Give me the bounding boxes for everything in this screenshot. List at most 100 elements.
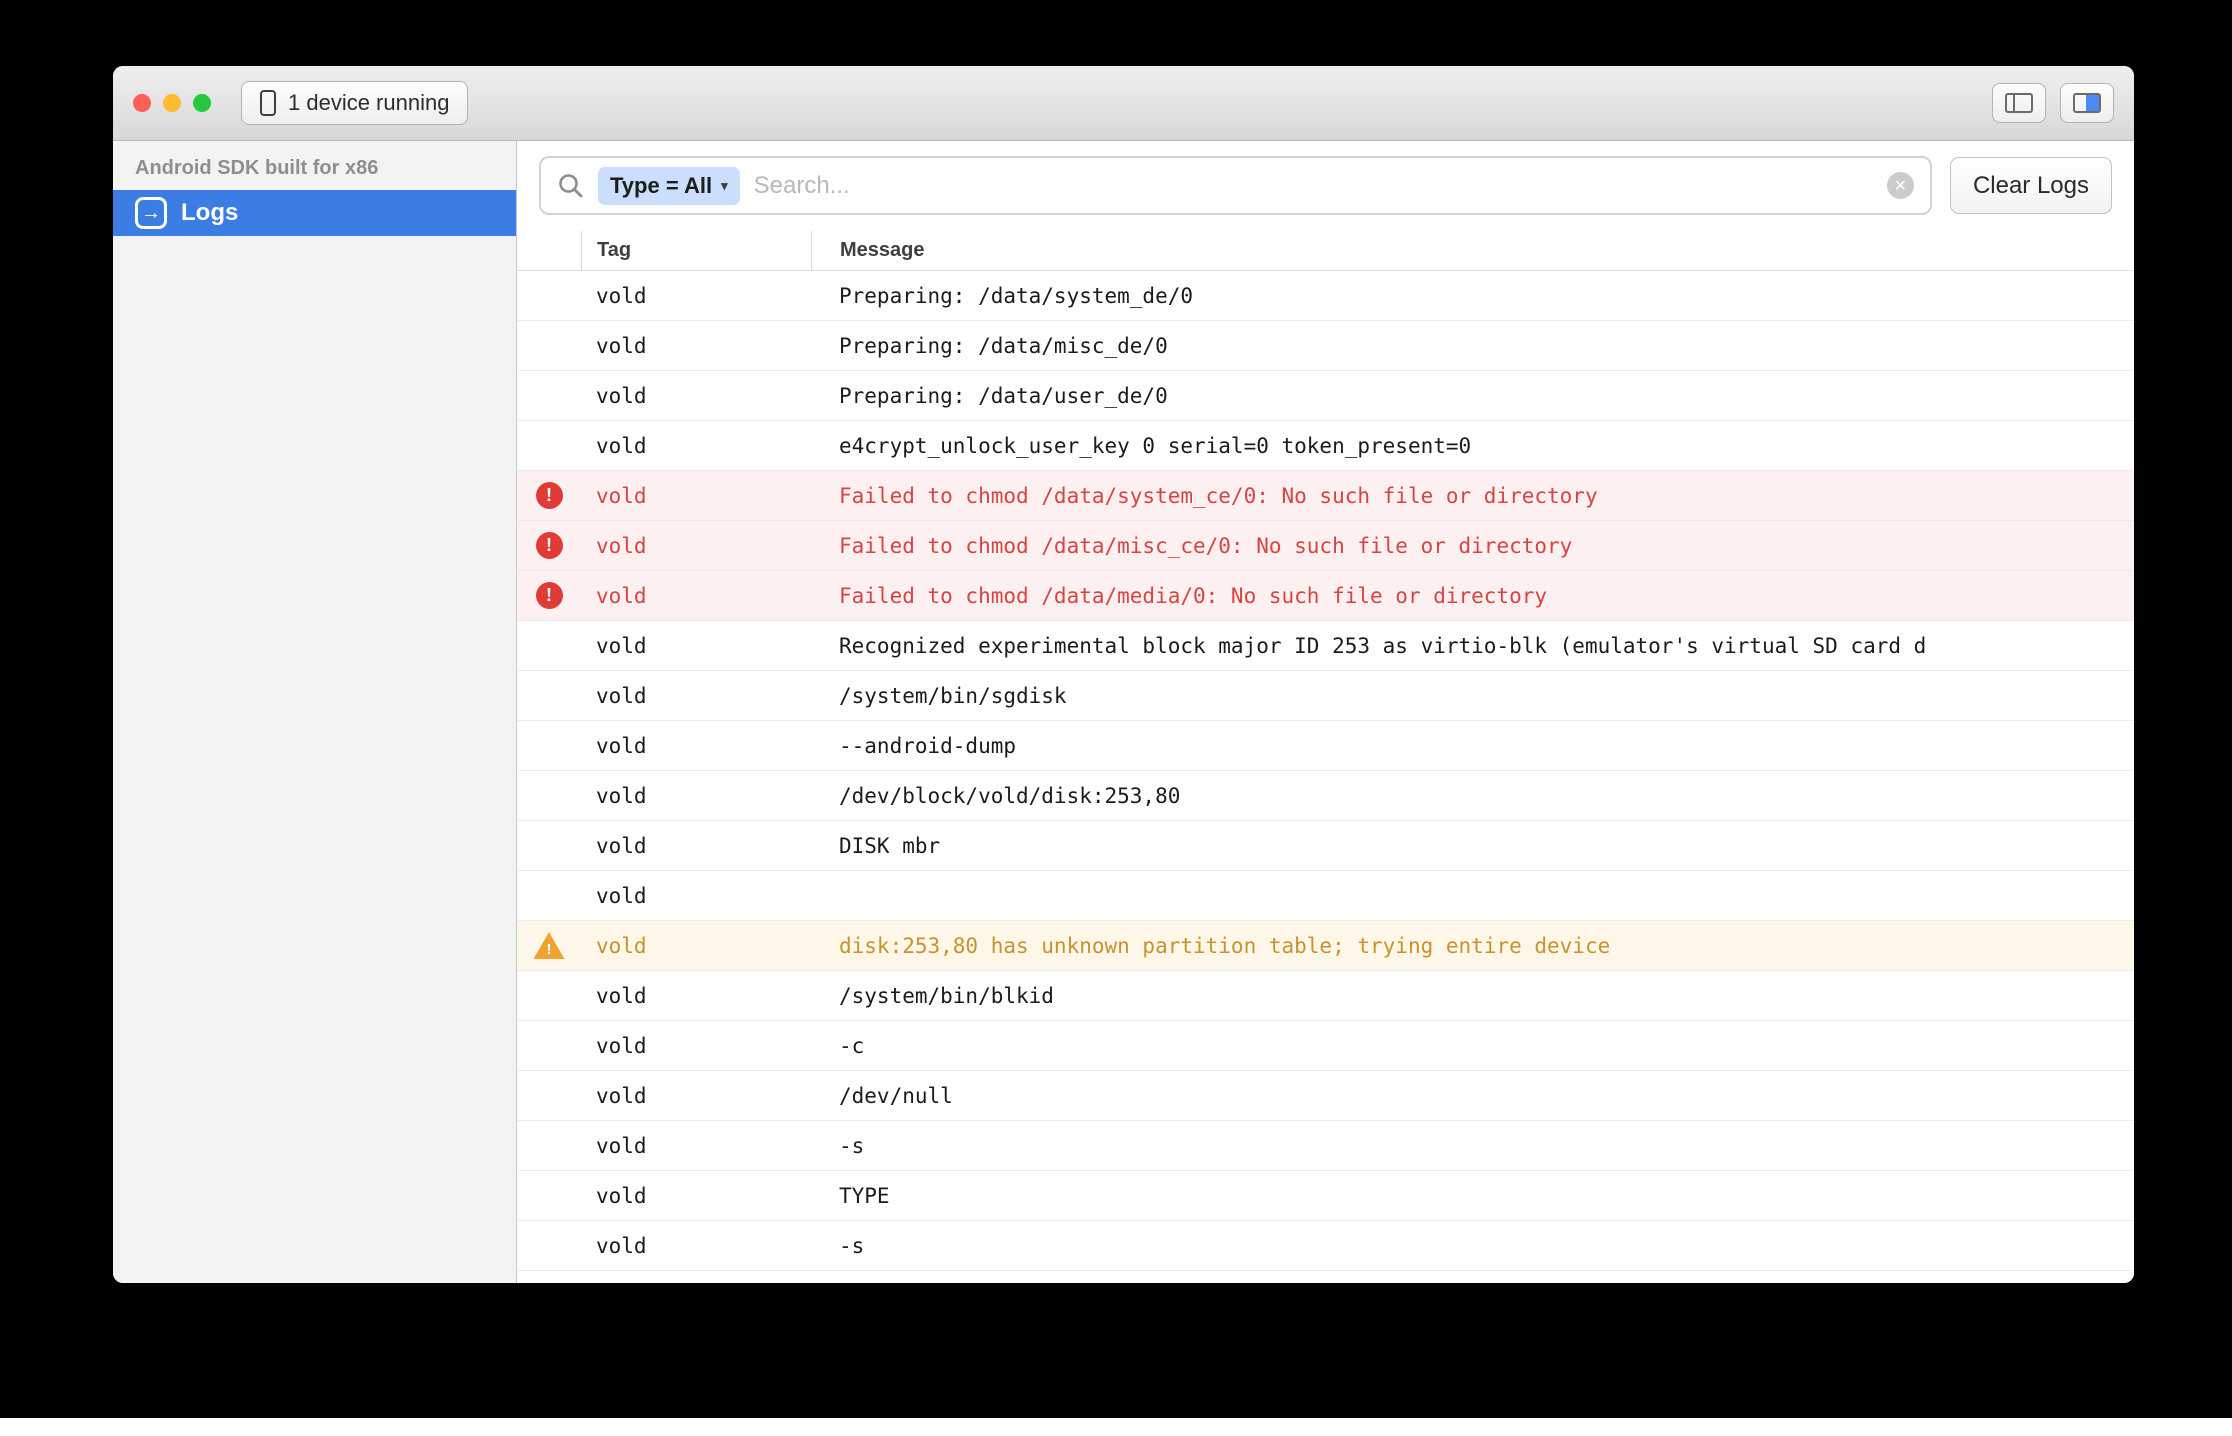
message-column-header[interactable]: Message [811,231,2134,270]
log-row[interactable]: vold /system/bin/blkid [517,971,2134,1021]
sidebar: Android SDK built for x86 → Logs [113,141,517,1283]
window-controls [133,94,211,112]
window-body: Android SDK built for x86 → Logs Type = … [113,141,2134,1283]
log-row[interactable]: vold --android-dump [517,721,2134,771]
search-toolbar: Type = All ▾ × Clear Logs [517,141,2134,231]
log-message: e4crypt_unlock_user_key 0 serial=0 token… [811,434,2134,458]
log-message: /dev/null [811,1084,2134,1108]
log-tag: vold [581,334,811,358]
log-row[interactable]: vold TYPE [517,1171,2134,1221]
phone-icon [260,90,276,116]
log-message: /system/bin/sgdisk [811,684,2134,708]
log-row[interactable]: ! vold Failed to chmod /data/media/0: No… [517,571,2134,621]
log-tag: vold [581,1234,811,1258]
warning-icon: ! [534,932,565,959]
log-message: Failed to chmod /data/system_ce/0: No su… [811,484,2134,508]
log-message: /dev/block/vold/disk:253,80 [811,784,2134,808]
panel-left-icon [2005,93,2033,113]
log-row[interactable]: vold Preparing: /data/misc_de/0 [517,321,2134,371]
chevron-down-icon: ▾ [721,178,728,194]
log-row[interactable]: ! vold Failed to chmod /data/misc_ce/0: … [517,521,2134,571]
log-message: -s [811,1134,2134,1158]
sidebar-item-logs[interactable]: → Logs [113,190,516,236]
log-tag: vold [581,634,811,658]
log-row[interactable]: vold Preparing: /data/user_de/0 [517,371,2134,421]
device-running-label: 1 device running [288,90,449,116]
log-tag: vold [581,934,811,958]
table-header: Tag Message [517,231,2134,271]
log-tag: vold [581,784,811,808]
log-row[interactable]: vold [517,871,2134,921]
toggle-left-panel-button[interactable] [1992,83,2046,123]
error-icon: ! [536,582,563,609]
desktop-background: 1 device running Android SDK built for x… [0,0,2232,1436]
log-message: /system/bin/blkid [811,984,2134,1008]
log-message: -c [811,1034,2134,1058]
log-row[interactable]: vold e4crypt_unlock_user_key 0 serial=0 … [517,421,2134,471]
log-tag: vold [581,684,811,708]
log-row[interactable]: vold -s [517,1221,2134,1271]
log-message: --android-dump [811,734,2134,758]
panel-right-icon [2073,93,2101,113]
error-icon: ! [536,532,563,559]
log-tag: vold [581,384,811,408]
log-tag: vold [581,884,811,908]
log-table-body: vold Preparing: /data/system_de/0 vold P… [517,271,2134,1283]
minimize-window-button[interactable] [163,94,181,112]
sidebar-item-label: Logs [181,199,238,227]
bottom-strip [0,1418,2232,1436]
log-row[interactable]: vold Preparing: /data/system_de/0 [517,271,2134,321]
toggle-right-panel-button[interactable] [2060,83,2114,123]
log-tag: vold [581,284,811,308]
logs-panel: Type = All ▾ × Clear Logs Tag Message vo… [517,141,2134,1283]
search-field[interactable]: Type = All ▾ × [539,156,1932,215]
log-tag: vold [581,834,811,858]
log-tag: vold [581,1084,811,1108]
error-icon: ! [536,482,563,509]
log-row[interactable]: vold -c [517,1021,2134,1071]
filter-token-label: Type = All [610,173,712,199]
device-running-button[interactable]: 1 device running [241,81,468,125]
log-tag: vold [581,534,811,558]
log-row[interactable]: ! vold Failed to chmod /data/system_ce/0… [517,471,2134,521]
close-window-button[interactable] [133,94,151,112]
log-tag: vold [581,434,811,458]
log-tag: vold [581,1184,811,1208]
log-tag: vold [581,584,811,608]
log-message: disk:253,80 has unknown partition table;… [811,934,2134,958]
log-row[interactable]: vold /system/bin/sgdisk [517,671,2134,721]
titlebar: 1 device running [113,66,2134,141]
log-message: Failed to chmod /data/media/0: No such f… [811,584,2134,608]
log-row[interactable]: vold Recognized experimental block major… [517,621,2134,671]
log-message: Failed to chmod /data/misc_ce/0: No such… [811,534,2134,558]
log-tag: vold [581,484,811,508]
log-row[interactable]: ! vold disk:253,80 has unknown partition… [517,921,2134,971]
log-message: Preparing: /data/system_de/0 [811,284,2134,308]
log-tag: vold [581,734,811,758]
search-icon [557,172,584,199]
log-tag: vold [581,1134,811,1158]
filter-token[interactable]: Type = All ▾ [598,167,740,205]
search-input[interactable] [754,172,1873,200]
log-message: DISK mbr [811,834,2134,858]
app-window: 1 device running Android SDK built for x… [113,66,2134,1283]
log-message: Recognized experimental block major ID 2… [811,634,2134,658]
log-row[interactable]: vold /dev/block/vold/disk:253,80 [517,771,2134,821]
titlebar-right-buttons [1992,83,2114,123]
log-row[interactable]: vold DISK mbr [517,821,2134,871]
log-message: Preparing: /data/user_de/0 [811,384,2134,408]
log-row[interactable]: vold /dev/null [517,1071,2134,1121]
tag-column-header[interactable]: Tag [581,231,811,270]
log-message: Preparing: /data/misc_de/0 [811,334,2134,358]
log-message: -s [811,1234,2134,1258]
clear-search-icon[interactable]: × [1887,172,1914,199]
zoom-window-button[interactable] [193,94,211,112]
level-column-header [517,231,581,270]
logs-arrow-icon: → [135,197,167,229]
log-row[interactable]: vold -s [517,1121,2134,1171]
device-name-label: Android SDK built for x86 [113,151,516,190]
log-tag: vold [581,1034,811,1058]
log-message: TYPE [811,1184,2134,1208]
log-tag: vold [581,984,811,1008]
clear-logs-button[interactable]: Clear Logs [1950,157,2112,214]
